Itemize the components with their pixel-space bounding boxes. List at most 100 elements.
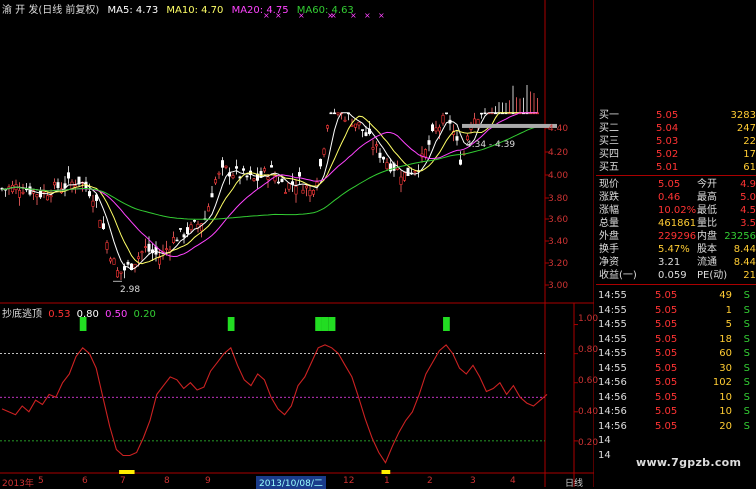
stat-value: 8.44 [733, 244, 756, 255]
ma20-label: MA20: 4.75 [231, 5, 289, 16]
candle-body [45, 195, 49, 201]
candle-body [385, 162, 389, 170]
candle-body [308, 190, 312, 197]
tick-price: 5.05 [655, 304, 678, 316]
candle-body [144, 246, 148, 248]
stat-label: 净资 [599, 257, 619, 268]
tick-volume: 1 [725, 304, 732, 316]
candle-body [56, 182, 60, 188]
tick-volume: 49 [719, 290, 732, 301]
tick-time: 14:55 [598, 304, 627, 316]
x-axis-label: 2 [427, 476, 433, 486]
candle-body [423, 149, 427, 158]
order-book-row: 买二 5.04 247 [596, 122, 756, 135]
period-button[interactable]: 日线 [565, 476, 583, 489]
candle-body [193, 220, 197, 222]
candle-body [437, 126, 441, 132]
tick-side: S [743, 362, 750, 374]
candle-body [102, 223, 106, 230]
candle-body [109, 258, 113, 262]
candle-body [88, 191, 92, 197]
tick-side: S [743, 304, 750, 316]
candle-body [325, 125, 329, 129]
watermark-text: www.7gpzb.com [636, 456, 742, 469]
ma5-label: MA5: 4.73 [107, 5, 159, 16]
candle-body [343, 119, 347, 122]
low-price-annotation: 2.98 [120, 285, 141, 295]
candle-body [381, 156, 385, 160]
bid-label: 买四 [599, 149, 619, 160]
tick-price: 5.05 [655, 348, 678, 359]
stat-label: 外盘 [599, 231, 619, 242]
candle-body [479, 112, 483, 115]
stat-value: 23256 [724, 231, 756, 242]
bid-label: 买三 [599, 136, 619, 147]
price-tick: 3.20 [548, 259, 569, 269]
candle-body [332, 112, 336, 115]
candle-body [280, 178, 284, 182]
stat-label: 量比 [697, 218, 717, 229]
x-axis-label: 3 [470, 476, 476, 486]
candle-body [318, 158, 322, 167]
price-tick: 3.40 [548, 237, 569, 247]
tick-price: 5.05 [655, 406, 678, 417]
indicator-value-2: 0.80 [76, 309, 99, 320]
tick-time: 14 [598, 449, 611, 461]
bottom-signal-block [125, 470, 135, 474]
kline-canvas[interactable]: × × × ×× × × × [0, 0, 594, 487]
candle-body [217, 172, 221, 175]
candle-body [235, 166, 239, 169]
top-signal-block [328, 317, 336, 331]
tick-volume: 102 [712, 377, 732, 388]
tick-time: 14:56 [598, 377, 627, 388]
candle-body [172, 237, 176, 243]
candle-body [189, 224, 193, 231]
x-axis-label: 6 [82, 476, 88, 486]
order-book-row: 买一 5.05 3283 [596, 109, 756, 122]
stat-value: 5.47% [658, 244, 690, 255]
candle-body [364, 132, 368, 136]
candle-body [441, 115, 445, 124]
price-tick: 4.40 [548, 124, 569, 134]
price-tick: 4.00 [548, 171, 569, 181]
tick-price: 5.05 [655, 391, 678, 403]
x-axis-label: 2013年 [2, 479, 34, 489]
candle-body [329, 112, 333, 115]
candle-body [402, 172, 406, 181]
tick-side: S [743, 377, 750, 388]
x-axis-label: 9 [205, 476, 211, 486]
candle-body [430, 124, 434, 132]
stat-label: 股本 [697, 244, 717, 255]
tick-price: 5.05 [655, 333, 678, 345]
stat-label: 今开 [697, 179, 717, 190]
candle-body [186, 227, 190, 234]
stat-label: 总量 [599, 218, 619, 229]
kline-chart-panel[interactable]: × × × × × × × × 渝 开 发(日线 前复权) MA5: 4.73 MA10: 4… [0, 0, 598, 489]
bid-price: 5.02 [656, 149, 679, 160]
candle-body [52, 181, 56, 186]
candle-body [374, 144, 378, 147]
candle-body [11, 184, 15, 193]
candle-body [140, 251, 144, 254]
candle-body [360, 129, 364, 131]
price-tick: 4.20 [548, 148, 569, 158]
bid-price: 5.03 [656, 136, 679, 147]
cursor-date-badge: 2013/10/08/二 [256, 476, 326, 489]
stat-label: 现价 [599, 179, 619, 190]
top-signal-block [443, 317, 450, 331]
candle-body [458, 159, 462, 165]
tick-time: 14:55 [598, 319, 627, 330]
candle-body [137, 256, 141, 259]
tick-row: 14:55 5.05 5 S [596, 318, 756, 331]
candle-body [116, 270, 120, 278]
candle-body [455, 136, 459, 141]
tick-row: 14:55 5.05 18 S [596, 333, 756, 346]
x-axis-label: 12 [343, 476, 355, 486]
stat-value: 0.46 [658, 192, 681, 203]
candle-body [301, 189, 305, 194]
bid-volume: 247 [736, 123, 756, 134]
stat-row: 总量 461861 量比 3.5 [596, 217, 756, 230]
candle-body [182, 234, 186, 238]
tick-volume: 20 [719, 420, 732, 432]
tick-price: 5.05 [655, 319, 678, 330]
